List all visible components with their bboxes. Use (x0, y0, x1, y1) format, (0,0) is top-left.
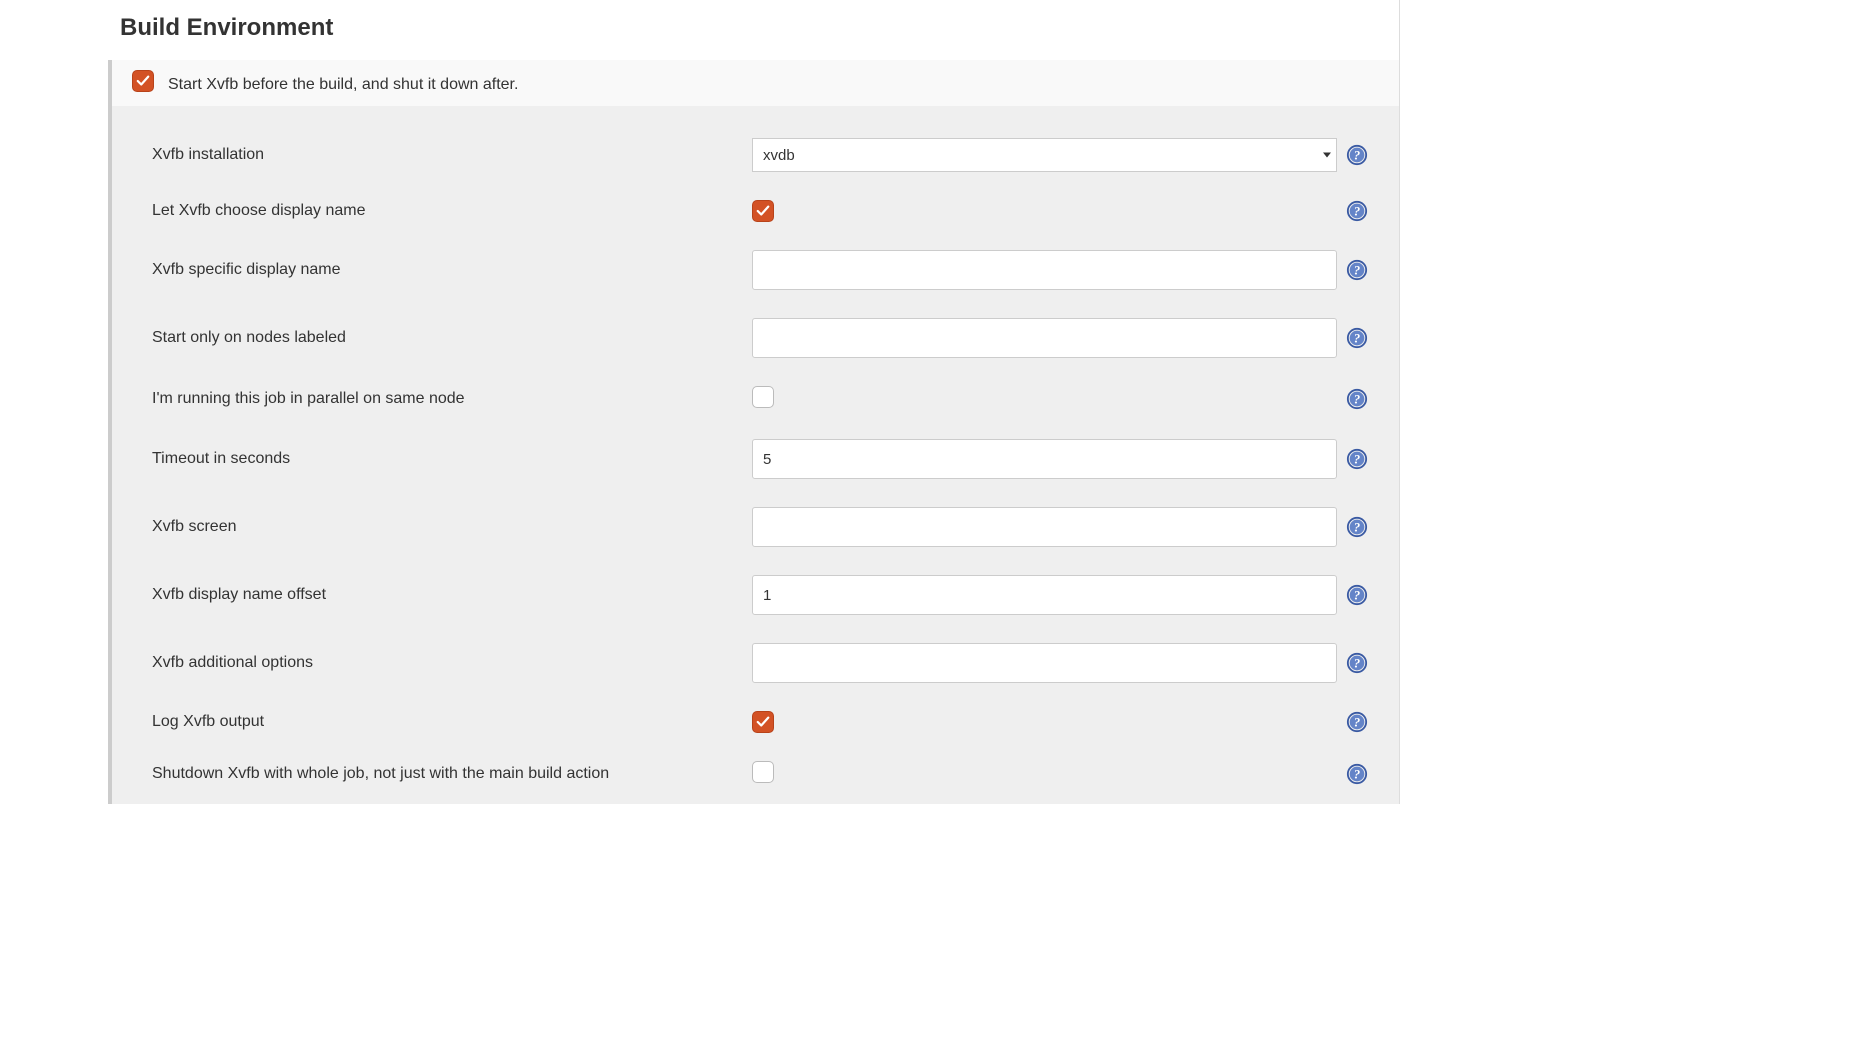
label-display-name-offset: Xvfb display name offset (152, 586, 752, 604)
input-timeout-seconds[interactable] (752, 439, 1337, 479)
row-log-output: Log Xvfb output ? (112, 697, 1399, 747)
input-xvfb-screen[interactable] (752, 507, 1337, 547)
svg-text:?: ? (1354, 767, 1360, 781)
start-xvfb-label: Start Xvfb before the build, and shut it… (168, 76, 518, 94)
label-additional-options: Xvfb additional options (152, 654, 752, 672)
help-icon[interactable]: ? (1346, 448, 1368, 470)
svg-text:?: ? (1354, 264, 1360, 278)
label-xvfb-installation: Xvfb installation (152, 146, 752, 164)
xvfb-fields-block: Xvfb installation xvdb ? Let Xvfb choose… (108, 106, 1399, 804)
row-xvfb-installation: Xvfb installation xvdb ? (112, 124, 1399, 186)
row-additional-options: Xvfb additional options ? (112, 629, 1399, 697)
input-nodes-labeled[interactable] (752, 318, 1337, 358)
svg-text:?: ? (1354, 453, 1360, 467)
row-choose-display-name: Let Xvfb choose display name ? (112, 186, 1399, 236)
svg-text:?: ? (1354, 521, 1360, 535)
row-xvfb-screen: Xvfb screen ? (112, 493, 1399, 561)
label-log-output: Log Xvfb output (152, 713, 752, 731)
svg-text:?: ? (1354, 205, 1360, 219)
check-icon (136, 74, 150, 88)
help-icon[interactable]: ? (1346, 200, 1368, 222)
row-timeout-seconds: Timeout in seconds ? (112, 425, 1399, 493)
svg-text:?: ? (1354, 392, 1360, 406)
label-parallel-same-node: I'm running this job in parallel on same… (152, 390, 752, 408)
check-icon (756, 204, 770, 218)
help-icon[interactable]: ? (1346, 327, 1368, 349)
check-icon (756, 715, 770, 729)
label-nodes-labeled: Start only on nodes labeled (152, 329, 752, 347)
svg-text:?: ? (1354, 149, 1360, 163)
svg-text:?: ? (1354, 716, 1360, 730)
help-icon[interactable]: ? (1346, 144, 1368, 166)
help-icon[interactable]: ? (1346, 763, 1368, 785)
row-shutdown-whole-job: Shutdown Xvfb with whole job, not just w… (112, 747, 1399, 800)
checkbox-shutdown-whole-job[interactable] (752, 761, 774, 783)
svg-text:?: ? (1354, 332, 1360, 346)
section-title: Build Environment (100, 0, 1399, 60)
select-xvfb-installation[interactable]: xvdb (752, 138, 1337, 172)
start-xvfb-row: Start Xvfb before the build, and shut it… (108, 60, 1399, 106)
help-icon[interactable]: ? (1346, 259, 1368, 281)
row-nodes-labeled: Start only on nodes labeled ? (112, 304, 1399, 372)
help-icon[interactable]: ? (1346, 652, 1368, 674)
label-choose-display-name: Let Xvfb choose display name (152, 202, 752, 220)
help-icon[interactable]: ? (1346, 584, 1368, 606)
label-specific-display-name: Xvfb specific display name (152, 261, 752, 279)
input-additional-options[interactable] (752, 643, 1337, 683)
label-timeout-seconds: Timeout in seconds (152, 450, 752, 468)
checkbox-choose-display-name[interactable] (752, 200, 774, 222)
row-display-name-offset: Xvfb display name offset ? (112, 561, 1399, 629)
row-specific-display-name: Xvfb specific display name ? (112, 236, 1399, 304)
svg-text:?: ? (1354, 657, 1360, 671)
help-icon[interactable]: ? (1346, 516, 1368, 538)
select-wrap-xvfb-installation: xvdb (752, 138, 1337, 172)
checkbox-parallel-same-node[interactable] (752, 386, 774, 408)
row-parallel-same-node: I'm running this job in parallel on same… (112, 372, 1399, 425)
label-shutdown-whole-job: Shutdown Xvfb with whole job, not just w… (152, 765, 752, 783)
config-panel: Build Environment Start Xvfb before the … (100, 0, 1400, 804)
input-specific-display-name[interactable] (752, 250, 1337, 290)
start-xvfb-checkbox[interactable] (132, 70, 154, 92)
help-icon[interactable]: ? (1346, 711, 1368, 733)
checkbox-log-output[interactable] (752, 711, 774, 733)
input-display-name-offset[interactable] (752, 575, 1337, 615)
svg-text:?: ? (1354, 589, 1360, 603)
label-xvfb-screen: Xvfb screen (152, 518, 752, 536)
help-icon[interactable]: ? (1346, 388, 1368, 410)
